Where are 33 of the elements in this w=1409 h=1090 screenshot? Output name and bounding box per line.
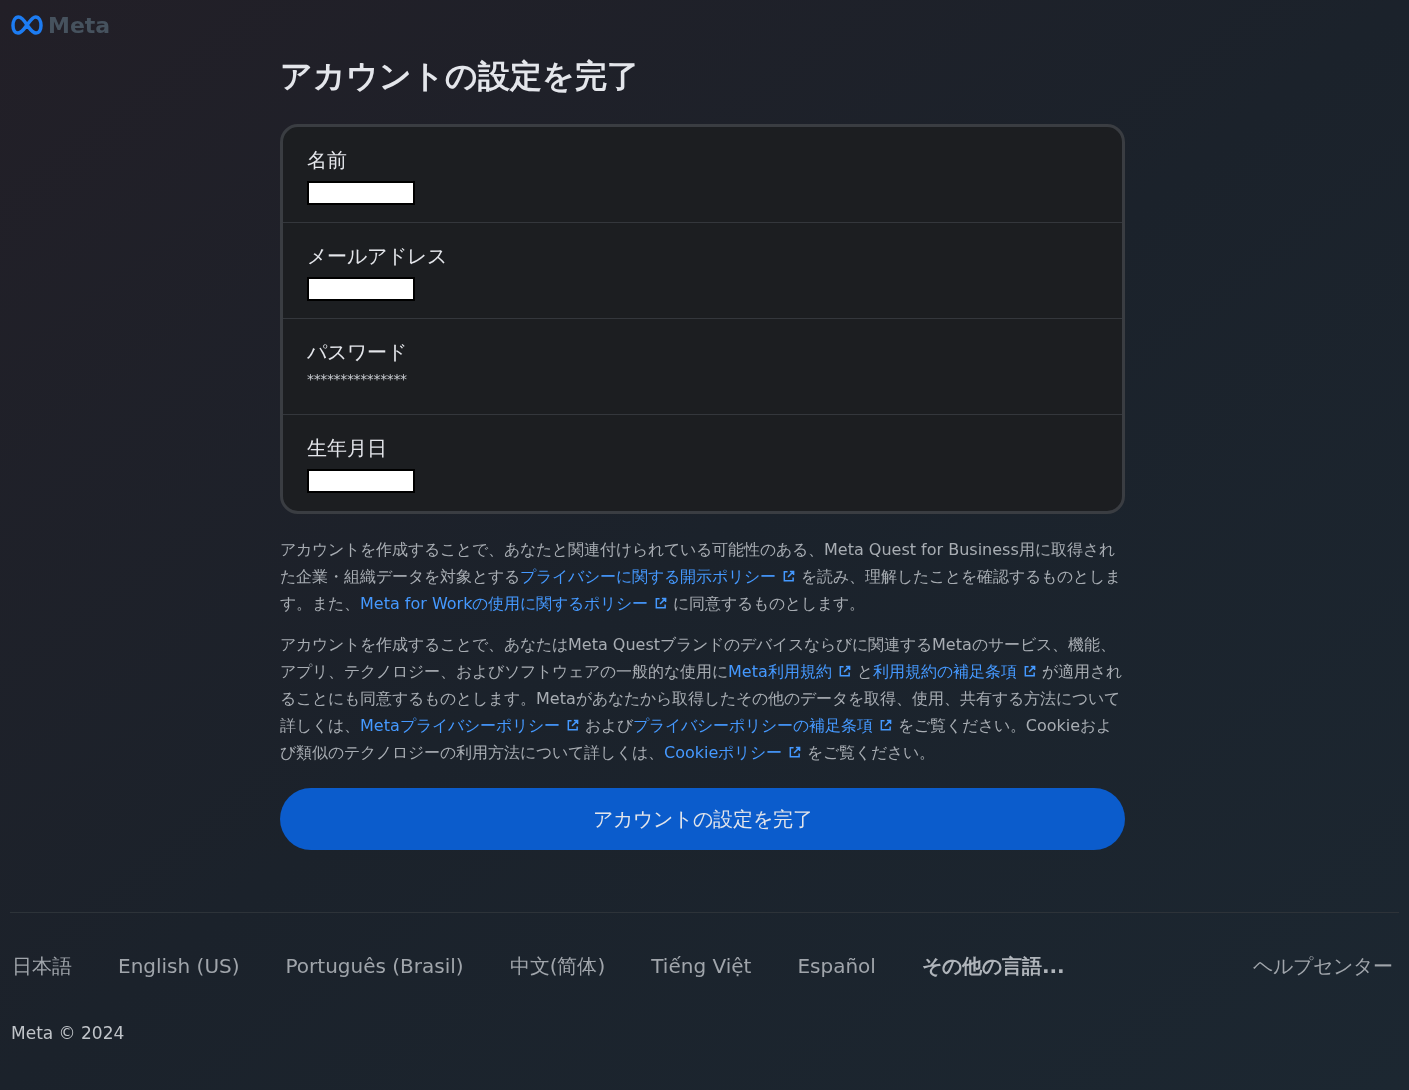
field-label: パスワード bbox=[307, 339, 408, 365]
policy-link[interactable]: プライバシーに関する開示ポリシー bbox=[520, 567, 801, 586]
external-link-icon bbox=[782, 570, 795, 583]
language-link[interactable]: 中文(简体) bbox=[509, 951, 606, 981]
copyright-text: Meta © 2024 bbox=[10, 1022, 126, 1045]
external-link-icon bbox=[788, 746, 802, 759]
policy-link[interactable]: Meta利用規約 bbox=[728, 662, 857, 681]
password-value: *************** bbox=[307, 370, 408, 389]
page-title: アカウントの設定を完了 bbox=[280, 56, 640, 97]
policy-link[interactable]: Cookieポリシー bbox=[664, 743, 808, 762]
language-link[interactable]: Español bbox=[797, 951, 876, 981]
field-label: 生年月日 bbox=[307, 435, 388, 461]
help-center-link[interactable]: ヘルプセンター bbox=[1253, 951, 1393, 981]
language-link[interactable]: English (US) bbox=[118, 951, 240, 981]
infinity-logo-icon bbox=[10, 14, 44, 36]
legal-paragraph: アカウントを作成することで、あなたと関連付けられている可能性のある、Meta Quest for Business用に取得された企業・組織データを対象とするプライバシーに関する開示ポリシー を読み、理解したことを確認するものとします。また、Meta for Workの使用に関するポリシー に同意するものとします。 bbox=[280, 539, 1122, 615]
complete-setup-button[interactable]: アカウントの設定を完了 bbox=[280, 788, 1125, 850]
field-label: メールアドレス bbox=[307, 243, 448, 269]
external-link-icon bbox=[565, 719, 579, 732]
policy-link[interactable]: 利用規約の補足条項 bbox=[872, 662, 1042, 681]
field-label: 名前 bbox=[307, 147, 348, 173]
policy-link[interactable]: Metaプライバシーポリシー bbox=[360, 716, 585, 735]
external-link-icon bbox=[837, 665, 851, 678]
legal-paragraph: アカウントを作成することで、あなたはMeta Questブランドのデバイスならびに関連するMetaのサービス、機能、アプリ、テクノロジー、およびソフトウェアの一般的な使用にMeta利用規約 と利用規約の補足条項 が適用されることにも同意するものとします。Metaがあなたから取得したその他のデータを取得、使用、共有する方法について詳しくは、Metaプライバシーポリシー およびプライバシーポリシーの補足条項 をご覧ください。Cookieおよび類似のテクノロジーの利用方法について詳しくは、Cookieポリシー をご覧ください。 bbox=[280, 634, 1123, 764]
language-link[interactable]: その他の言語... bbox=[921, 951, 1065, 981]
external-link-icon bbox=[654, 597, 668, 610]
policy-link[interactable]: Meta for Workの使用に関するポリシー bbox=[360, 594, 674, 613]
language-link[interactable]: 日本語 bbox=[12, 951, 72, 981]
external-link-icon bbox=[878, 719, 892, 732]
language-link[interactable]: Tiếng Việt bbox=[651, 951, 752, 981]
language-link[interactable]: Português (Brasil) bbox=[285, 951, 464, 981]
policy-link[interactable]: プライバシーポリシーの補足条項 bbox=[632, 716, 898, 735]
external-link-icon bbox=[1022, 665, 1036, 678]
